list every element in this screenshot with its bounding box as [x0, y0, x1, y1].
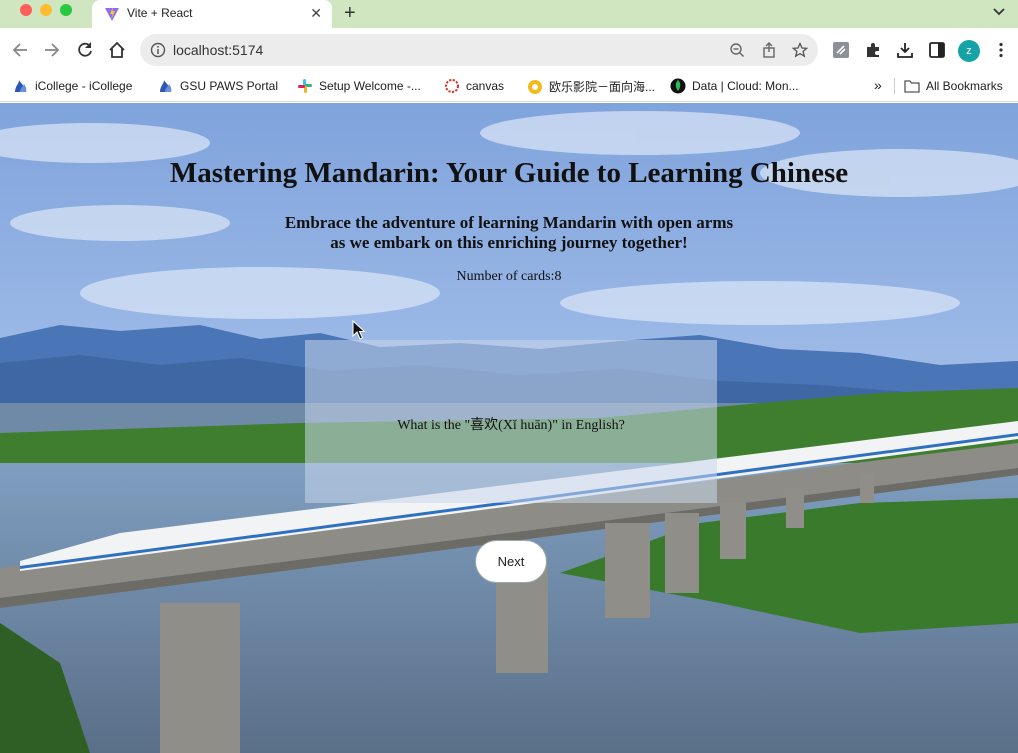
- card-count: Number of cards:8: [0, 269, 1018, 285]
- share-icon[interactable]: [761, 42, 777, 58]
- extension-icon[interactable]: [832, 41, 850, 59]
- puzzle-piece-icon[interactable]: [864, 41, 882, 59]
- browser-tab[interactable]: Vite + React ✕: [92, 0, 332, 28]
- close-tab-icon[interactable]: ✕: [310, 4, 322, 22]
- vite-logo-icon: [105, 7, 119, 21]
- app-root: Mastering Mandarin: Your Guide to Learni…: [0, 103, 1018, 753]
- address-url: localhost:5174: [173, 42, 264, 58]
- page-viewport: Mastering Mandarin: Your Guide to Learni…: [0, 103, 1018, 753]
- browser-tabstrip: Vite + React ✕ +: [0, 0, 1018, 28]
- download-icon[interactable]: [896, 41, 914, 59]
- bookmark-label: Setup Welcome -...: [319, 79, 421, 93]
- bookmark-slack[interactable]: Setup Welcome -...: [297, 78, 421, 96]
- chevron-down-icon[interactable]: [992, 5, 1006, 19]
- close-window-button[interactable]: [20, 4, 32, 16]
- gsu-flame-icon: [160, 80, 172, 92]
- flashcard[interactable]: What is the "喜欢(Xǐ huān)" in English?: [305, 340, 717, 503]
- all-bookmarks-button[interactable]: All Bookmarks: [904, 78, 1003, 96]
- bookmark-label: GSU PAWS Portal: [180, 79, 279, 93]
- page-title: Mastering Mandarin: Your Guide to Learni…: [169, 157, 849, 189]
- minimize-window-button[interactable]: [40, 4, 52, 16]
- more-bookmarks-chevron-icon[interactable]: »: [874, 77, 882, 95]
- bookmark-star-icon[interactable]: [792, 42, 808, 58]
- bookmark-canvas[interactable]: canvas: [444, 78, 504, 96]
- site-info-icon[interactable]: [150, 42, 166, 58]
- next-button[interactable]: Next: [475, 540, 547, 583]
- bookmark-label: canvas: [466, 79, 505, 93]
- mouse-pointer-icon: [352, 320, 366, 340]
- forward-arrow-icon[interactable]: [42, 40, 62, 60]
- more-vertical-icon[interactable]: [992, 41, 1010, 59]
- card-count-label: Number of cards:: [456, 269, 555, 284]
- gsu-flame-icon: [15, 80, 27, 92]
- card-count-value: 8: [554, 269, 562, 284]
- bookmark-mongodb[interactable]: Data | Cloud: Mon...: [670, 78, 799, 96]
- avatar[interactable]: z: [958, 40, 980, 62]
- bookmark-label: 欧乐影院－面向海...: [549, 80, 656, 94]
- address-bar[interactable]: localhost:5174: [140, 34, 818, 66]
- tab-title: Vite + React: [127, 6, 193, 20]
- olevod-icon: [528, 79, 542, 94]
- bookmark-label: iCollege - iCollege: [35, 79, 133, 93]
- bookmarks-divider: [894, 78, 895, 94]
- slack-icon: [298, 79, 312, 93]
- new-tab-button[interactable]: +: [344, 2, 356, 24]
- bookmark-label: Data | Cloud: Mon...: [692, 79, 799, 93]
- flashcard-question: What is the "喜欢(Xǐ huān)" in English?: [397, 418, 625, 433]
- canvas-icon: [445, 79, 459, 93]
- bookmarks-bar: iCollege - iCollege GSU PAWS Portal Setu…: [0, 72, 1018, 102]
- bookmark-gsu-paws[interactable]: GSU PAWS Portal: [158, 78, 278, 96]
- zoom-icon[interactable]: [729, 42, 745, 58]
- maximize-window-button[interactable]: [60, 4, 72, 16]
- page-subtitle: Embrace the adventure of learning Mandar…: [284, 213, 734, 252]
- bookmark-icollege[interactable]: iCollege - iCollege: [13, 78, 132, 96]
- browser-toolbar: localhost:5174 z: [0, 28, 1018, 72]
- back-arrow-icon[interactable]: [10, 40, 30, 60]
- side-panel-icon[interactable]: [928, 41, 946, 59]
- home-icon[interactable]: [107, 40, 127, 60]
- reload-icon[interactable]: [75, 40, 95, 60]
- folder-icon: [904, 80, 920, 93]
- mongodb-leaf-icon: [670, 78, 686, 94]
- all-bookmarks-label: All Bookmarks: [926, 79, 1003, 93]
- bookmark-olevod[interactable]: 欧乐影院－面向海...: [527, 78, 655, 96]
